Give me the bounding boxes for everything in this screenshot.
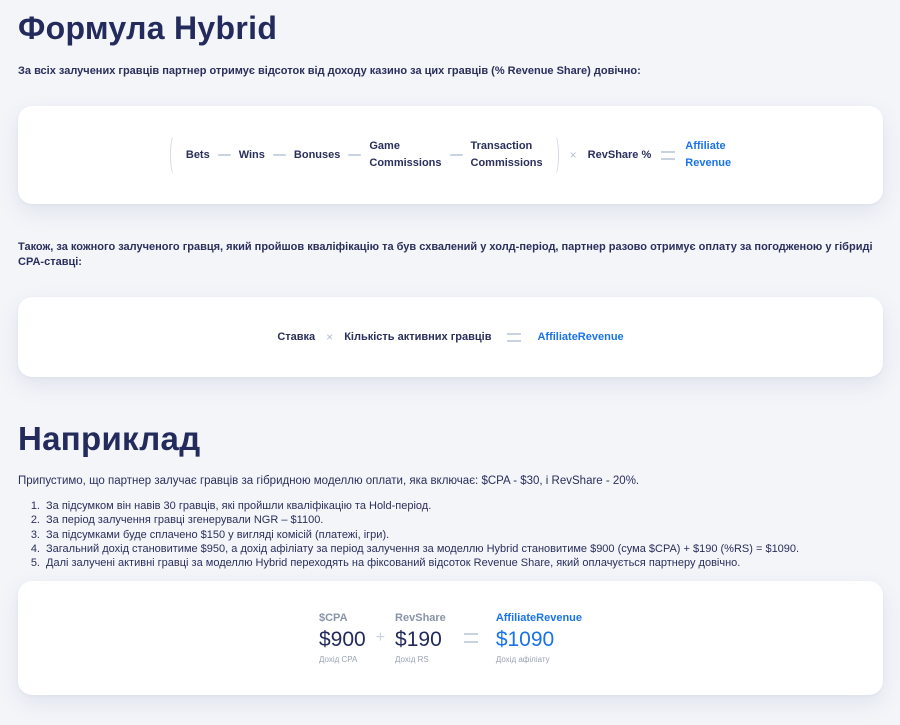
cpa-income-column: $CPA $900 Дохід CPA bbox=[319, 612, 366, 664]
term-line: Game bbox=[369, 140, 400, 152]
cpa-intro-text: Також, за кожного залученого гравця, яки… bbox=[18, 241, 873, 268]
cpa-income-heading: $CPA bbox=[318, 612, 348, 624]
right-parenthesis bbox=[551, 135, 559, 175]
minus-icon bbox=[217, 154, 231, 156]
formula-term-wins: Wins bbox=[238, 148, 265, 161]
formula-term-transaction-commissions: Transaction Commissions bbox=[471, 138, 543, 172]
term-line: Affiliate bbox=[685, 140, 726, 152]
list-item-number: 1. bbox=[30, 500, 40, 512]
equals-icon bbox=[463, 633, 478, 643]
rs-income-heading: RevShare bbox=[395, 612, 446, 624]
term-line: Commissions bbox=[369, 157, 442, 169]
example-intro-text: Припустимо, що партнер залучає гравців з… bbox=[18, 475, 640, 487]
formula-term-revshare: RevShare % bbox=[587, 148, 652, 161]
plus-icon: + bbox=[375, 629, 386, 646]
cpa-income-caption: Дохід CPA bbox=[318, 655, 358, 664]
list-item: 2. За період залучення гравці згенерували… bbox=[22, 513, 882, 527]
list-item: 1. За підсумком він навів 30 гравців, які… bbox=[22, 499, 882, 513]
equals-icon bbox=[661, 150, 676, 160]
formula-term-bonuses: Bonuses bbox=[293, 148, 341, 161]
term-line: Commissions bbox=[470, 157, 543, 169]
list-item-number: 4. bbox=[30, 542, 40, 555]
formula-term-bets: Bets bbox=[185, 148, 210, 161]
cpa-formula: Ставка × Кількість активних гравців Affi… bbox=[18, 297, 883, 377]
revshare-formula-card: Bets Wins Bonuses Game Commissions Trans… bbox=[18, 106, 883, 204]
affiliate-income-heading: AffiliateRevenue bbox=[495, 612, 583, 624]
page-title-hybrid: Формула Hybrid bbox=[18, 10, 278, 46]
term-line: Transaction bbox=[470, 140, 533, 152]
equals-icon bbox=[507, 332, 522, 342]
list-item-text: За підсумками буде сплачено $150 у вигля… bbox=[46, 528, 390, 541]
minus-icon bbox=[272, 154, 286, 156]
revshare-formula: Bets Wins Bonuses Game Commissions Trans… bbox=[18, 106, 883, 204]
minus-icon bbox=[449, 154, 463, 156]
times-icon: × bbox=[326, 330, 334, 344]
formula-result-affiliate-revenue: AffiliateRevenue bbox=[537, 330, 624, 343]
formula-term-active-players: Кількість активних гравців bbox=[344, 330, 492, 343]
affiliate-income-column: AffiliateRevenue $1090 Дохід афіліату bbox=[496, 612, 582, 664]
rs-income-value: $190 bbox=[395, 628, 442, 651]
list-item: 5. Далі залучені активні гравці за моделл… bbox=[22, 556, 882, 570]
rs-income-caption: Дохід RS bbox=[395, 655, 429, 664]
formula-term-game-commissions: Game Commissions bbox=[369, 138, 441, 172]
example-calculation-card: $CPA $900 Дохід CPA + RevShare $190 Дохі… bbox=[18, 581, 883, 695]
list-item: 3. За підсумками буде сплачено $150 у виг… bbox=[22, 528, 882, 542]
left-parenthesis bbox=[169, 135, 178, 175]
list-item-number: 5. bbox=[30, 557, 40, 570]
affiliate-income-value: $1090 bbox=[495, 628, 555, 651]
minus-icon bbox=[348, 154, 362, 156]
formula-term-rate: Ставка bbox=[277, 330, 316, 343]
hybrid-intro-text: За всіх залучених гравців партнер отриму… bbox=[18, 65, 641, 77]
times-icon: × bbox=[569, 148, 577, 162]
list-item-text: Далі залучені активні гравці за моделлю … bbox=[46, 557, 741, 570]
list-item-text: Загальний дохід становитиме $950, а дохі… bbox=[46, 542, 800, 555]
list-item-text: За період залучення гравці згенерували N… bbox=[46, 514, 324, 527]
cpa-formula-card: Ставка × Кількість активних гравців Affi… bbox=[18, 297, 883, 377]
list-item-number: 3. bbox=[30, 528, 40, 541]
example-calculation: $CPA $900 Дохід CPA + RevShare $190 Дохі… bbox=[18, 581, 883, 695]
cpa-income-value: $900 bbox=[318, 628, 366, 651]
example-steps-list: 1. За підсумком він навів 30 гравців, які… bbox=[22, 499, 882, 570]
list-item: 4. Загальний дохід становитиме $950, а до… bbox=[22, 542, 882, 556]
affiliate-income-caption: Дохід афіліату bbox=[495, 655, 550, 664]
example-title: Наприклад bbox=[18, 420, 201, 457]
term-line: Revenue bbox=[685, 157, 732, 169]
list-item-text: За підсумком він навів 30 гравців, які п… bbox=[46, 500, 432, 512]
formula-result-affiliate-revenue: Affiliate Revenue bbox=[685, 138, 731, 172]
rs-income-column: RevShare $190 Дохід RS bbox=[395, 612, 446, 664]
list-item-number: 2. bbox=[30, 514, 40, 527]
